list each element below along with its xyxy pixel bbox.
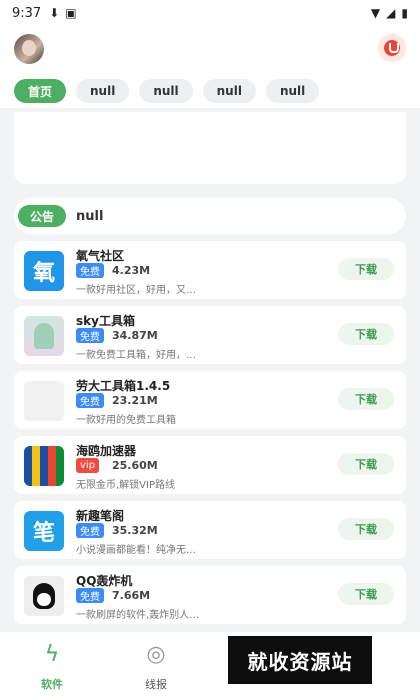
nav-label: 线报 [145, 678, 167, 691]
app-name: 劳大工具箱1.4.5 [76, 379, 171, 393]
download-button[interactable]: 下载 [338, 518, 394, 540]
app-size: 7.66M [112, 589, 151, 602]
app-description: 一款免费工具箱，好用，… [76, 350, 196, 361]
tab-category[interactable]: null [265, 79, 320, 103]
app-size: 23.21M [112, 394, 158, 407]
list-item[interactable]: 笔 新趣笔阁 免费 35.32M 小说漫画都能看！纯净无… 下载 [14, 501, 406, 559]
app-description: 小说漫画都能看！纯净无… [76, 545, 196, 556]
app-size: 35.32M [112, 524, 158, 537]
list-item[interactable]: sky工具箱 免费 34.87M 一款免费工具箱，好用，… 下载 [14, 306, 406, 364]
app-name: 新趣笔阁 [76, 509, 125, 523]
app-size: 4.23M [112, 264, 151, 277]
notification-icon: ▣ [65, 6, 77, 20]
download-button[interactable]: 下载 [338, 583, 394, 605]
app-description: 一款刷屏的软件,轰炸别人… [76, 610, 200, 621]
status-bar: 9:37 ⬇ ▣ ▼ ◢ ▮ [0, 0, 420, 26]
tab-category[interactable]: null [76, 79, 130, 103]
download-button[interactable]: 下载 [338, 258, 394, 280]
category-tabs: 首页 null null null null [0, 74, 420, 108]
notice-bar[interactable]: 公告 null [14, 198, 406, 234]
lightning-icon: ϟ [44, 642, 60, 667]
novel-app-icon: 笔 [24, 511, 64, 551]
download-button[interactable]: 下载 [338, 453, 394, 475]
placeholder-app-icon [24, 381, 64, 421]
app-list: 氧 氧气社区 免费 4.23M 一款好用社区，好用，又… 下载 sky工具箱 免… [14, 241, 406, 631]
wifi-icon: ▼ [370, 6, 381, 20]
download-icon: ⬇ [49, 6, 60, 20]
oxygen-app-icon: 氧 [24, 251, 64, 291]
battery-icon: ▮ [401, 6, 408, 20]
music-button[interactable] [378, 34, 406, 62]
signal-icon: ◢ [386, 6, 396, 20]
app-description: 一款好用的免费工具箱 [76, 415, 176, 426]
app-name: QQ轰炸机 [76, 574, 133, 588]
planet-icon: ◎ [146, 642, 166, 667]
notice-text: null [76, 208, 104, 224]
price-tag: 免费 [76, 523, 104, 538]
sky-app-icon [24, 316, 64, 356]
list-item[interactable]: 海鸥加速器 vip 25.60M 无限金币,解锁VIP路线 下载 [14, 436, 406, 494]
price-tag: 免费 [76, 588, 104, 603]
app-size: 34.87M [112, 329, 158, 342]
accelerator-app-icon [24, 446, 64, 486]
top-bar [0, 26, 420, 74]
qq-penguin-icon [24, 576, 64, 616]
download-button[interactable]: 下载 [338, 388, 394, 410]
app-description: 无限金币,解锁VIP路线 [76, 480, 175, 491]
download-button[interactable]: 下载 [338, 323, 394, 345]
watermark: 就收资源站 [228, 636, 372, 684]
app-size: 25.60M [112, 459, 158, 472]
app-name: sky工具箱 [76, 314, 135, 328]
list-item[interactable]: QQ轰炸机 免费 7.66M 一款刷屏的软件,轰炸别人… 下载 [14, 566, 406, 624]
list-item[interactable]: 劳大工具箱1.4.5 免费 23.21M 一款好用的免费工具箱 下载 [14, 371, 406, 429]
price-tag: 免费 [76, 393, 104, 408]
tab-category[interactable]: null [139, 79, 193, 103]
list-item[interactable]: 氧 氧气社区 免费 4.23M 一款好用社区，好用，又… 下载 [14, 241, 406, 299]
nav-software[interactable]: ϟ 软件 [22, 642, 82, 692]
status-time: 9:37 [12, 5, 42, 21]
app-name: 氧气社区 [76, 249, 125, 263]
price-tag: vip [76, 458, 100, 473]
banner-area[interactable] [14, 112, 406, 184]
notice-badge: 公告 [18, 205, 67, 227]
price-tag: 免费 [76, 328, 104, 343]
music-icon [384, 40, 400, 56]
tab-category[interactable]: null [202, 79, 256, 103]
app-name: 海鸥加速器 [76, 444, 137, 458]
avatar[interactable] [14, 34, 44, 64]
price-tag: 免费 [76, 263, 104, 278]
nav-news[interactable]: ◎ 线报 [126, 642, 186, 692]
nav-label: 软件 [41, 678, 63, 691]
tab-home[interactable]: 首页 [14, 79, 67, 103]
app-description: 一款好用社区，好用，又… [76, 285, 196, 296]
